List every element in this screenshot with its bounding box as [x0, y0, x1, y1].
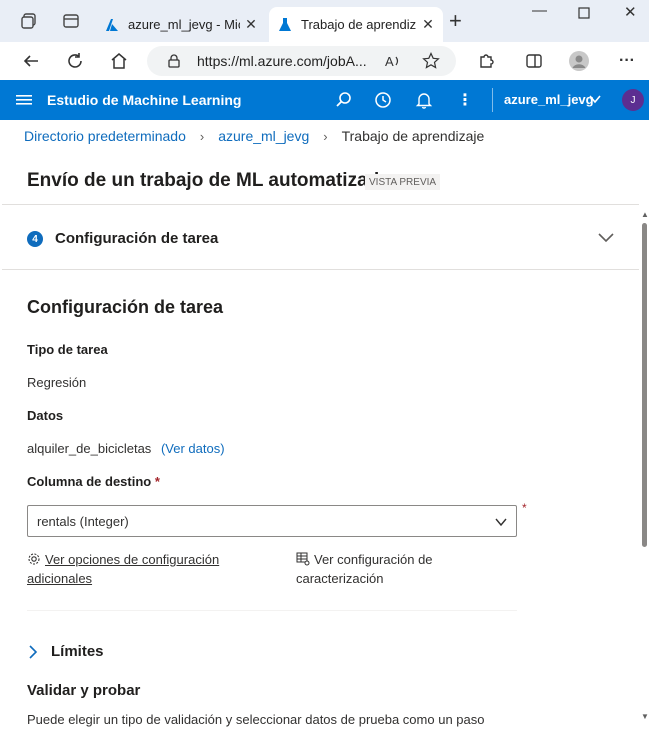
- breadcrumb-directory[interactable]: Directorio predeterminado: [24, 128, 186, 144]
- step-number-badge: 4: [27, 231, 43, 247]
- tab-actions-icon[interactable]: [60, 10, 82, 32]
- new-tab-button[interactable]: +: [449, 10, 462, 32]
- section-title: Configuración de tarea: [27, 297, 224, 317]
- close-window-icon[interactable]: ✕: [624, 3, 637, 21]
- dataset-name: alquiler_de_bicicletas: [27, 441, 152, 456]
- address-bar-row: https://ml.azure.com/jobA... A ···: [0, 42, 649, 80]
- required-mark: *: [522, 501, 527, 515]
- refresh-icon[interactable]: [64, 50, 86, 72]
- flask-favicon: [279, 17, 291, 31]
- wizard-content: 4 Configuración de tarea Configuración d…: [2, 204, 639, 729]
- favorite-star-icon[interactable]: [422, 52, 440, 70]
- target-column-label-row: Columna de destino *: [27, 474, 160, 489]
- task-type-label: Tipo de tarea: [27, 342, 108, 357]
- target-column-dropdown[interactable]: rentals (Integer): [27, 505, 517, 537]
- history-clock-icon[interactable]: [373, 90, 393, 110]
- target-column-value: rentals (Integer): [37, 513, 129, 529]
- chevron-down-icon[interactable]: [588, 92, 602, 106]
- profile-icon[interactable]: [568, 50, 590, 72]
- close-tab-icon[interactable]: ✕: [421, 16, 435, 33]
- preview-badge: VISTA PREVIA: [365, 174, 441, 190]
- featurization-settings-link[interactable]: Ver configuración de caracterización: [296, 550, 496, 588]
- step-header[interactable]: 4 Configuración de tarea: [2, 205, 639, 270]
- table-settings-icon: [296, 552, 310, 566]
- avatar[interactable]: J: [622, 89, 644, 111]
- validate-test-title: Validar y probar: [27, 682, 141, 699]
- minimize-icon[interactable]: —: [532, 2, 547, 19]
- workspace-selector[interactable]: azure_ml_jevg: [504, 92, 594, 107]
- lock-icon[interactable]: [167, 54, 181, 68]
- gear-icon: [28, 553, 40, 565]
- back-icon[interactable]: [20, 50, 42, 72]
- validate-test-description: Puede elegir un tipo de validación y sel…: [27, 712, 485, 727]
- scrollbar-thumb[interactable]: [642, 223, 647, 547]
- target-column-label: Columna de destino: [27, 474, 152, 489]
- close-tab-icon[interactable]: ✕: [244, 16, 258, 33]
- data-label: Datos: [27, 408, 64, 423]
- tab-training-job[interactable]: Trabajo de aprendiz ✕: [269, 7, 443, 42]
- extensions-icon[interactable]: [475, 50, 497, 72]
- chevron-right-icon: [29, 644, 38, 659]
- split-screen-icon[interactable]: [523, 50, 545, 72]
- chevron-right-icon: ›: [199, 128, 205, 144]
- required-mark: *: [154, 474, 160, 489]
- chevron-down-icon: [495, 518, 507, 527]
- content-scrollbar[interactable]: ▲ ▼: [639, 204, 649, 729]
- app-brand[interactable]: Estudio de Machine Learning: [47, 92, 241, 108]
- limits-label: Límites: [51, 643, 104, 660]
- azure-favicon: [106, 18, 118, 31]
- scroll-down-arrow-icon[interactable]: ▼: [641, 712, 649, 721]
- section-divider: [27, 610, 517, 611]
- browser-tab-strip: azure_ml_jevg - Mic ✕ Trabajo de aprendi…: [0, 0, 649, 42]
- hamburger-menu-icon[interactable]: [14, 90, 34, 110]
- header-divider: [492, 88, 493, 112]
- notifications-bell-icon[interactable]: [414, 90, 434, 110]
- featurization-settings-text: Ver configuración de caracterización: [296, 552, 433, 586]
- limits-expander[interactable]: Límites: [27, 643, 104, 660]
- breadcrumb-workspace[interactable]: azure_ml_jevg: [218, 128, 309, 144]
- page-title: Envío de un trabajo de ML automatizado: [27, 170, 391, 191]
- svg-text:A: A: [385, 54, 394, 69]
- view-data-link[interactable]: (Ver datos): [161, 441, 225, 456]
- additional-settings-link[interactable]: Ver opciones de configuración adicionale…: [27, 550, 272, 588]
- chevron-down-icon[interactable]: [597, 230, 615, 244]
- home-icon[interactable]: [108, 50, 130, 72]
- task-type-value: Regresión: [27, 375, 87, 390]
- data-row: alquiler_de_bicicletas (Ver datos): [27, 441, 225, 456]
- chevron-right-icon: ›: [323, 128, 328, 144]
- more-options-icon[interactable]: ⋮: [455, 90, 475, 110]
- tab-title: azure_ml_jevg - Mic: [128, 17, 240, 32]
- scroll-up-arrow-icon[interactable]: ▲: [641, 210, 649, 219]
- maximize-icon[interactable]: [578, 6, 590, 23]
- browser-menu-icon[interactable]: ···: [616, 50, 638, 72]
- url-text: https://ml.azure.com/jobA...: [197, 53, 367, 69]
- read-aloud-icon[interactable]: A: [384, 52, 402, 70]
- step-label: Configuración de tarea: [55, 230, 219, 247]
- url-field[interactable]: https://ml.azure.com/jobA... A: [147, 46, 456, 76]
- tab-title: Trabajo de aprendiz: [301, 17, 417, 32]
- breadcrumb: Directorio predeterminado › azure_ml_jev…: [24, 128, 484, 144]
- additional-settings-text: Ver opciones de configuración adicionale…: [27, 552, 220, 586]
- breadcrumb-current: Trabajo de aprendizaje: [341, 128, 485, 144]
- workspaces-icon[interactable]: [18, 10, 40, 32]
- tab-azure-ml-workspace[interactable]: azure_ml_jevg - Mic ✕: [96, 7, 266, 42]
- app-header: Estudio de Machine Learning ⋮ azure_ml_j…: [0, 80, 649, 120]
- search-icon[interactable]: [334, 90, 354, 110]
